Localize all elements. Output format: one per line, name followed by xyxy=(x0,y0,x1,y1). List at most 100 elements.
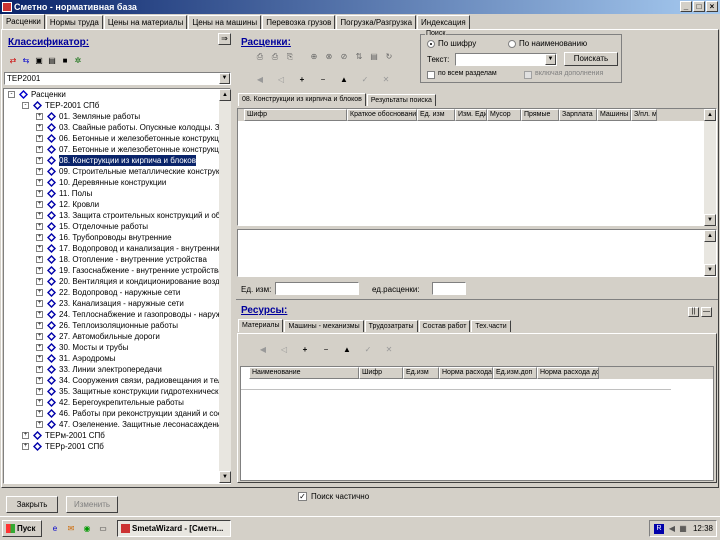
tree-node[interactable]: +16. Трубопроводы внутренние xyxy=(4,232,230,243)
zoom-icon[interactable]: ⊗ xyxy=(324,52,334,62)
expand-icon[interactable]: + xyxy=(36,234,43,241)
close-button[interactable]: × xyxy=(706,1,718,12)
tree-node[interactable]: +31. Аэродромы xyxy=(4,353,230,364)
taskbar-task[interactable]: SmetaWizard - [Сметн... xyxy=(117,520,231,537)
tab-1[interactable]: Нормы труда xyxy=(45,15,103,29)
scroll-down-icon[interactable]: ▼ xyxy=(219,471,231,483)
media-icon[interactable]: ◉ xyxy=(82,524,92,534)
tab-3[interactable]: Цены на машины xyxy=(188,15,262,29)
expand-icon[interactable]: + xyxy=(36,421,43,428)
tree-node[interactable]: +09. Строительные металлические конструк… xyxy=(4,166,230,177)
prices-grid-body[interactable] xyxy=(238,121,704,226)
expand-icon[interactable]: + xyxy=(36,377,43,384)
expand-icon[interactable]: + xyxy=(36,212,43,219)
resources-column-header[interactable]: Шифр xyxy=(359,367,403,379)
expand-icon[interactable]: + xyxy=(36,256,43,263)
tree-node[interactable]: +07. Бетонные и железобетонные конструкц… xyxy=(4,144,230,155)
maximize-button[interactable]: □ xyxy=(693,1,705,12)
scroll-up-icon[interactable]: ▲ xyxy=(704,109,716,121)
expand-icon[interactable]: + xyxy=(36,311,43,318)
confirm-icon[interactable]: ✓ xyxy=(363,345,373,355)
expand-icon[interactable]: + xyxy=(36,157,43,164)
move-up-icon[interactable]: ▲ xyxy=(342,345,352,355)
print-preview-icon[interactable]: ⎙ xyxy=(270,52,280,62)
network-icon[interactable]: ▦ xyxy=(678,524,688,534)
expand-icon[interactable]: + xyxy=(36,201,43,208)
sort-icon[interactable]: ⇅ xyxy=(354,52,364,62)
internet-explorer-icon[interactable]: e xyxy=(50,524,60,534)
all-sections-checkbox[interactable] xyxy=(427,71,435,79)
square-icon[interactable]: ■ xyxy=(60,56,70,66)
tree-node[interactable]: +10. Деревянные конструкции xyxy=(4,177,230,188)
resources-tab-3[interactable]: Состав работ xyxy=(418,320,471,332)
expand-icon[interactable]: + xyxy=(36,278,43,285)
radio-by-code[interactable] xyxy=(427,40,435,48)
prices-column-header[interactable]: Краткое обоснование xyxy=(347,109,417,121)
chevron-down-icon[interactable]: ▼ xyxy=(545,54,556,65)
expand-icon[interactable]: + xyxy=(22,443,29,450)
tree-node[interactable]: +46. Работы при реконструкции зданий и с… xyxy=(4,408,230,419)
collapse-icon[interactable]: - xyxy=(22,102,29,109)
tree-node[interactable]: +20. Вентиляция и кондиционирование возд… xyxy=(4,276,230,287)
expand-icon[interactable]: + xyxy=(36,168,43,175)
price-description-memo[interactable]: ▲ ▼ xyxy=(237,229,717,277)
expand-icon[interactable]: + xyxy=(36,289,43,296)
tree-node[interactable]: +27. Автомобильные дороги xyxy=(4,331,230,342)
prices-column-header[interactable]: Машины xyxy=(597,109,631,121)
tree-node[interactable]: +23. Канализация - наружные сети xyxy=(4,298,230,309)
confirm-icon[interactable]: ✓ xyxy=(360,75,370,85)
expand-all-icon[interactable]: ⇄ xyxy=(8,56,18,66)
minimize-panel-icon[interactable]: — xyxy=(701,307,712,317)
tree-node[interactable]: +08. Конструкции из кирпича и блоков xyxy=(4,155,230,166)
prices-subtab-1[interactable]: Результаты поиска xyxy=(366,94,436,106)
copy-icon[interactable]: ▣ xyxy=(34,56,44,66)
include-extra-checkbox[interactable] xyxy=(524,71,532,79)
tree-node[interactable]: +03. Свайные работы. Опускные колодцы. З… xyxy=(4,122,230,133)
tab-5[interactable]: Погрузка/Разгрузка xyxy=(336,15,417,29)
resources-column-header[interactable]: Ед.изм.доп xyxy=(493,367,537,379)
expand-icon[interactable]: + xyxy=(36,113,43,120)
resources-column-header[interactable]: Норма расхода доп xyxy=(537,367,599,379)
expand-icon[interactable]: + xyxy=(36,135,43,142)
tree-node[interactable]: + ТЕРр-2001 СПб xyxy=(4,441,230,452)
tree-node[interactable]: +47. Озеленение. Защитные лесонасаждения xyxy=(4,419,230,430)
scroll-down-icon[interactable]: ▼ xyxy=(704,214,716,226)
prices-column-header[interactable]: Мусор xyxy=(487,109,521,121)
unit-field[interactable] xyxy=(275,282,359,295)
cancel-icon[interactable]: ✕ xyxy=(384,345,394,355)
collapse-panel-button[interactable]: ⇒ xyxy=(218,33,231,45)
prices-column-header[interactable]: Прямые xyxy=(521,109,559,121)
resources-tab-1[interactable]: Машины - механизмы xyxy=(284,320,364,332)
tab-0[interactable]: Расценки xyxy=(2,14,45,29)
expand-icon[interactable]: + xyxy=(36,146,43,153)
add-record-icon[interactable]: + xyxy=(297,75,307,85)
expand-icon[interactable]: + xyxy=(36,322,43,329)
tree-node[interactable]: +18. Отопление - внутренние устройства xyxy=(4,254,230,265)
prices-column-header[interactable]: Зарплата xyxy=(559,109,597,121)
tree-node[interactable]: +22. Водопровод - наружные сети xyxy=(4,287,230,298)
scroll-up-icon[interactable]: ▲ xyxy=(704,230,716,242)
export-icon[interactable]: ⎘ xyxy=(285,52,295,62)
desktop-icon[interactable]: ▭ xyxy=(98,524,108,534)
filter-icon[interactable]: ⊘ xyxy=(339,52,349,62)
tab-4[interactable]: Перевозка грузов xyxy=(262,15,336,29)
resources-tab-2[interactable]: Трудозатраты xyxy=(364,320,418,332)
delete-record-icon[interactable]: − xyxy=(318,75,328,85)
prices-column-header[interactable]: Шифр xyxy=(244,109,347,121)
tree-node[interactable]: +11. Полы xyxy=(4,188,230,199)
collapse-icon[interactable]: - xyxy=(8,91,15,98)
tree-node[interactable]: +34. Сооружения связи, радиовещания и те… xyxy=(4,375,230,386)
expand-icon[interactable]: + xyxy=(36,267,43,274)
prices-column-header[interactable]: Ед. изм xyxy=(417,109,455,121)
prices-column-header[interactable]: З/пл. м xyxy=(631,109,657,121)
radio-by-name[interactable] xyxy=(508,40,516,48)
tree-node[interactable]: +15. Отделочные работы xyxy=(4,221,230,232)
tree-node[interactable]: +13. Защита строительных конструкций и о… xyxy=(4,210,230,221)
first-record-icon[interactable]: ◀ xyxy=(258,345,268,355)
paste-icon[interactable]: ▤ xyxy=(47,56,57,66)
speaker-icon[interactable]: ◀ xyxy=(667,524,677,534)
language-icon[interactable]: R xyxy=(654,524,664,534)
expand-icon[interactable]: + xyxy=(36,245,43,252)
prev-record-icon[interactable]: ◁ xyxy=(276,75,286,85)
expand-icon[interactable]: + xyxy=(36,366,43,373)
